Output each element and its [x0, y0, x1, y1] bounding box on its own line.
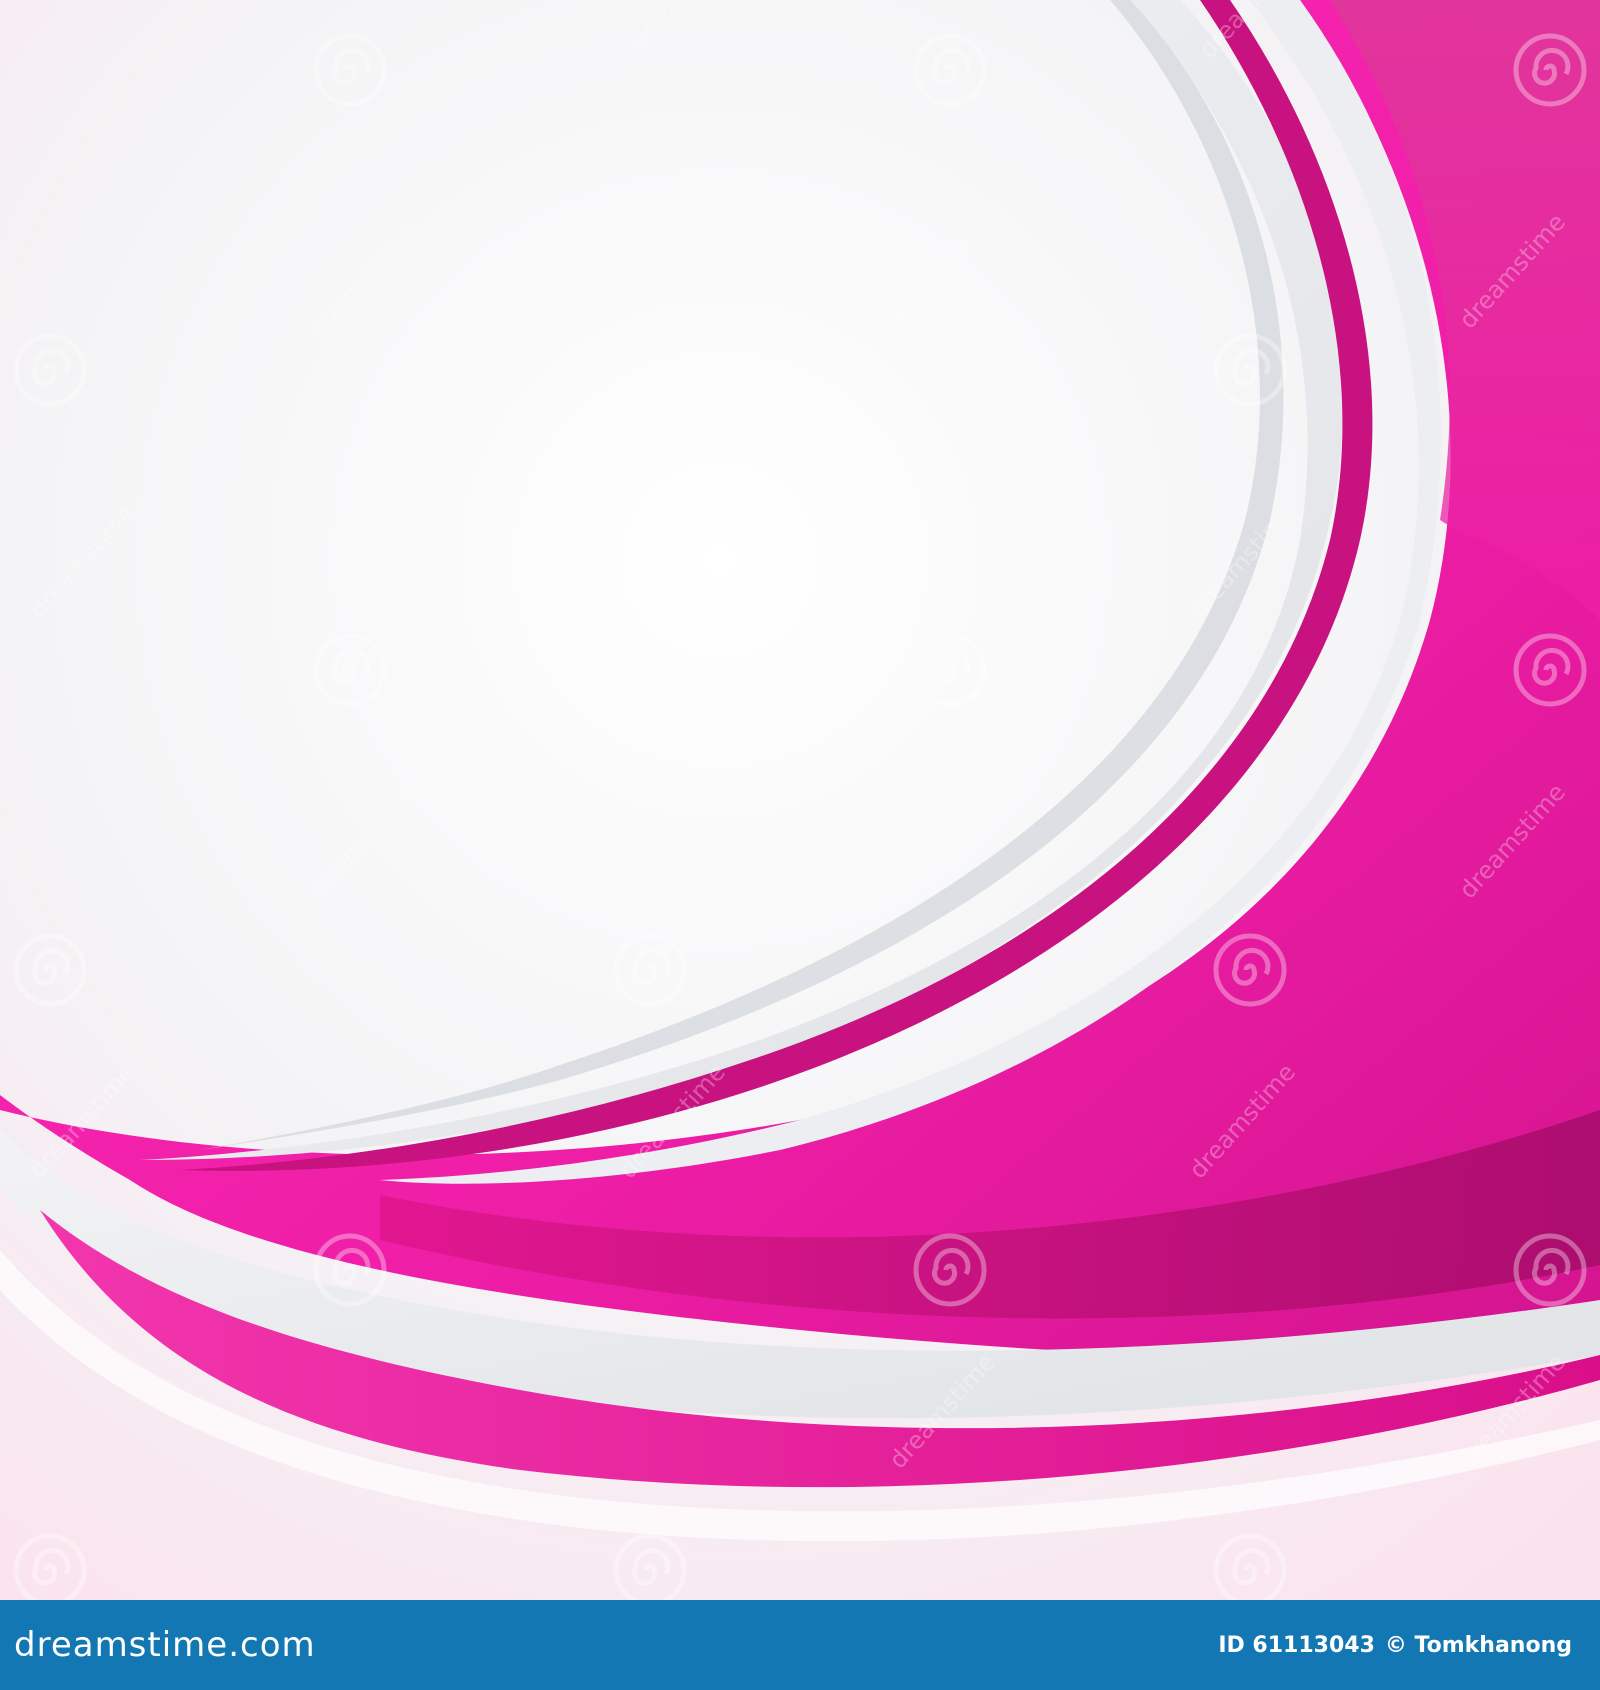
- footer-credit: ID 61113043 © Tomkhanong: [1218, 1633, 1572, 1658]
- footer-bar: dreamstime .com ID 61113043 © Tomkhanong: [0, 1600, 1600, 1690]
- image-id: ID 61113043: [1218, 1632, 1375, 1658]
- footer-logo-suffix: .com: [228, 1625, 316, 1665]
- stock-image-canvas: dreamstime dreamstime dreamstime dreamstime…: [0, 0, 1600, 1690]
- pink-wave-artwork: dreamstime dreamstime dreamstimedreamstime…: [0, 0, 1600, 1600]
- footer-logo[interactable]: dreamstime .com: [14, 1625, 316, 1665]
- author-credit: © Tomkhanong: [1384, 1632, 1572, 1658]
- footer-logo-text: dreamstime: [14, 1625, 229, 1665]
